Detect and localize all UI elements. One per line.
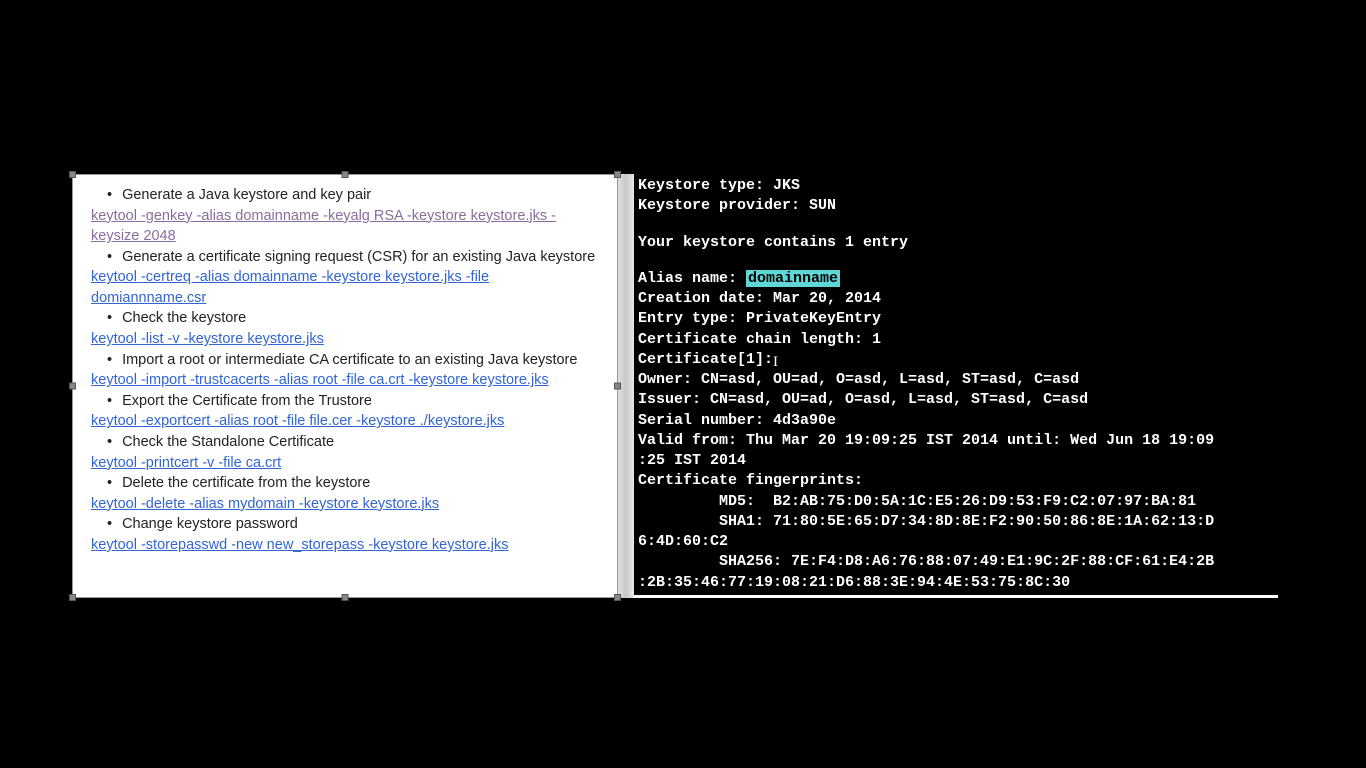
bullet-item: Check the Standalone Certificate (99, 432, 599, 453)
bullet-item: Generate a certificate signing request (… (99, 247, 599, 268)
terminal-output[interactable]: Keystore type: JKS Keystore provider: SU… (634, 174, 1278, 598)
main-container: Generate a Java keystore and key pairkey… (72, 174, 1278, 598)
term-line: Owner: CN=asd, OU=ad, O=asd, L=asd, ST=a… (638, 370, 1274, 390)
resize-handle[interactable] (69, 171, 76, 178)
resize-handle[interactable] (614, 171, 621, 178)
command-link[interactable]: keytool -storepasswd -new new_storepass … (91, 535, 599, 556)
doc-content[interactable]: Generate a Java keystore and key pairkey… (91, 185, 599, 555)
term-line: Valid from: Thu Mar 20 19:09:25 IST 2014… (638, 431, 1274, 451)
text-cursor (773, 350, 800, 370)
term-line: Certificate[1]: (638, 350, 1274, 370)
terminal-rule (634, 595, 1278, 598)
term-line: :2B:35:46:77:19:08:21:D6:88:3E:94:4E:53:… (638, 573, 1274, 593)
bullet-item: Generate a Java keystore and key pair (99, 185, 599, 206)
term-line: Issuer: CN=asd, OU=ad, O=asd, L=asd, ST=… (638, 390, 1274, 410)
term-line: Keystore provider: SUN (638, 196, 1274, 216)
bullet-item: Change keystore password (99, 514, 599, 535)
term-line: Certificate chain length: 1 (638, 330, 1274, 350)
command-link[interactable]: keytool -delete -alias mydomain -keystor… (91, 494, 599, 515)
resize-handle[interactable] (342, 594, 349, 601)
command-link[interactable]: keytool -import -trustcacerts -alias roo… (91, 370, 599, 391)
bullet-item: Export the Certificate from the Trustore (99, 391, 599, 412)
resize-handle[interactable] (69, 594, 76, 601)
alias-label: Alias name: (638, 270, 746, 287)
term-line: 6:4D:60:C2 (638, 532, 1274, 552)
command-link[interactable]: keytool -exportcert -alias root -file fi… (91, 411, 599, 432)
bullet-item: Check the keystore (99, 308, 599, 329)
term-line: Your keystore contains 1 entry (638, 233, 1274, 253)
command-link[interactable]: keytool -genkey -alias domainname -keyal… (91, 206, 599, 247)
term-line: Keystore type: JKS (638, 176, 1274, 196)
bullet-item: Delete the certificate from the keystore (99, 473, 599, 494)
command-link[interactable]: keytool -certreq -alias domainname -keys… (91, 267, 599, 308)
doc-text-frame[interactable]: Generate a Java keystore and key pairkey… (72, 174, 618, 598)
resize-handle[interactable] (614, 594, 621, 601)
term-line: Creation date: Mar 20, 2014 (638, 289, 1274, 309)
alias-highlight: domainname (746, 270, 840, 287)
term-line-alias: Alias name: domainname (638, 269, 1274, 289)
bullet-item: Import a root or intermediate CA certifi… (99, 350, 599, 371)
term-line: MD5: B2:AB:75:D0:5A:1C:E5:26:D9:53:F9:C2… (638, 492, 1274, 512)
term-line: SHA1: 71:80:5E:65:D7:34:8D:8E:F2:90:50:8… (638, 512, 1274, 532)
resize-handle[interactable] (342, 171, 349, 178)
resize-handle[interactable] (69, 383, 76, 390)
term-line: Serial number: 4d3a90e (638, 411, 1274, 431)
command-link[interactable]: keytool -list -v -keystore keystore.jks (91, 329, 599, 350)
resize-handle[interactable] (614, 383, 621, 390)
term-line: SHA256: 7E:F4:D8:A6:76:88:07:49:E1:9C:2F… (638, 552, 1274, 572)
term-line: Certificate fingerprints: (638, 471, 1274, 491)
term-line: Entry type: PrivateKeyEntry (638, 309, 1274, 329)
term-line: :25 IST 2014 (638, 451, 1274, 471)
command-link[interactable]: keytool -printcert -v -file ca.crt (91, 453, 599, 474)
